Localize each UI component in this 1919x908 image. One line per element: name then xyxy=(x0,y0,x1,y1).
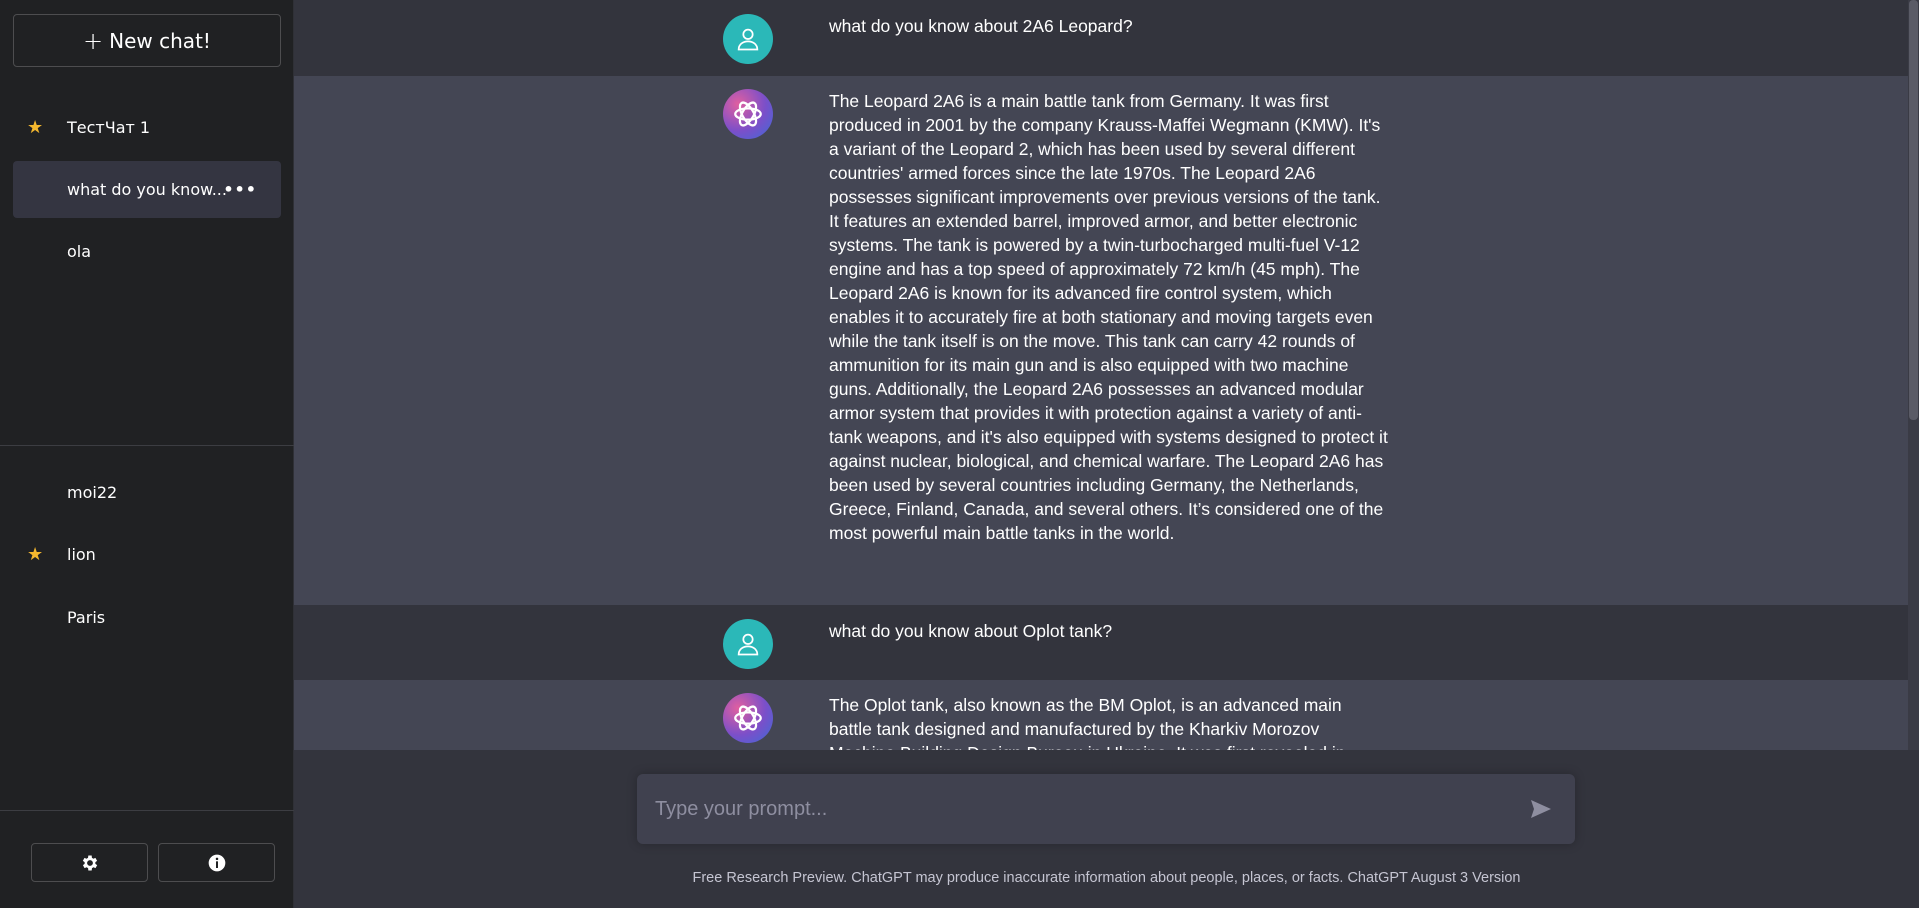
sidebar-chat-item-active[interactable]: what do you know... ••• xyxy=(13,161,281,218)
message-text: what do you know about 2A6 Leopard? xyxy=(829,16,1133,36)
openai-logo-icon xyxy=(734,705,762,731)
user-message-row: what do you know about 2A6 Leopard? xyxy=(294,0,1908,76)
more-options-icon[interactable]: ••• xyxy=(223,180,257,199)
gear-icon xyxy=(82,855,97,870)
footer-disclaimer: Free Research Preview. ChatGPT may produ… xyxy=(692,870,1521,886)
sidebar-divider xyxy=(0,445,294,446)
chat-item-label: Paris xyxy=(67,608,106,627)
chat-item-label: moi22 xyxy=(67,483,118,502)
app: + New chat! ★ ТестЧат 1 what do you know… xyxy=(0,0,1919,908)
star-icon: ★ xyxy=(27,543,44,565)
sidebar-chat-item[interactable]: ★ lion xyxy=(13,526,281,583)
openai-logo-icon xyxy=(734,101,762,127)
plus-icon: + xyxy=(83,26,104,55)
new-chat-button[interactable]: + New chat! xyxy=(13,14,281,67)
user-message-row: what do you know about Oplot tank? xyxy=(294,605,1908,680)
message-text: what do you know about Oplot tank? xyxy=(829,621,1113,641)
message-text: The Leopard 2A6 is a main battle tank fr… xyxy=(829,91,1388,543)
prompt-box xyxy=(637,774,1575,844)
user-icon xyxy=(737,633,759,656)
assistant-avatar xyxy=(723,693,773,743)
info-button[interactable] xyxy=(158,843,275,882)
chat-item-label: ola xyxy=(67,242,92,261)
send-icon[interactable] xyxy=(1529,797,1553,821)
user-avatar xyxy=(723,619,773,669)
sidebar-chat-item[interactable]: Paris xyxy=(13,589,281,646)
info-icon xyxy=(208,854,225,871)
sidebar-chat-item[interactable]: ★ ТестЧат 1 xyxy=(13,99,281,156)
chat-area: what do you know about 2A6 Leopard? The … xyxy=(294,0,1919,908)
user-icon xyxy=(737,28,759,51)
new-chat-label: New chat! xyxy=(109,28,211,53)
chat-item-label: ТестЧат 1 xyxy=(67,118,151,137)
user-avatar xyxy=(723,14,773,64)
prompt-input[interactable] xyxy=(655,774,1515,844)
scrollbar-thumb[interactable] xyxy=(1909,0,1918,420)
sidebar: + New chat! ★ ТестЧат 1 what do you know… xyxy=(0,0,294,908)
chat-item-label: lion xyxy=(67,545,96,564)
sidebar-chat-item[interactable]: ola xyxy=(13,223,281,280)
assistant-avatar xyxy=(723,89,773,139)
assistant-message-row: The Leopard 2A6 is a main battle tank fr… xyxy=(294,76,1908,657)
chat-item-label: what do you know... xyxy=(67,180,227,199)
settings-button[interactable] xyxy=(31,843,148,882)
sidebar-divider xyxy=(0,810,294,811)
scrollbar[interactable] xyxy=(1908,0,1919,750)
star-icon: ★ xyxy=(27,116,44,138)
sidebar-chat-item[interactable]: moi22 xyxy=(13,464,281,521)
